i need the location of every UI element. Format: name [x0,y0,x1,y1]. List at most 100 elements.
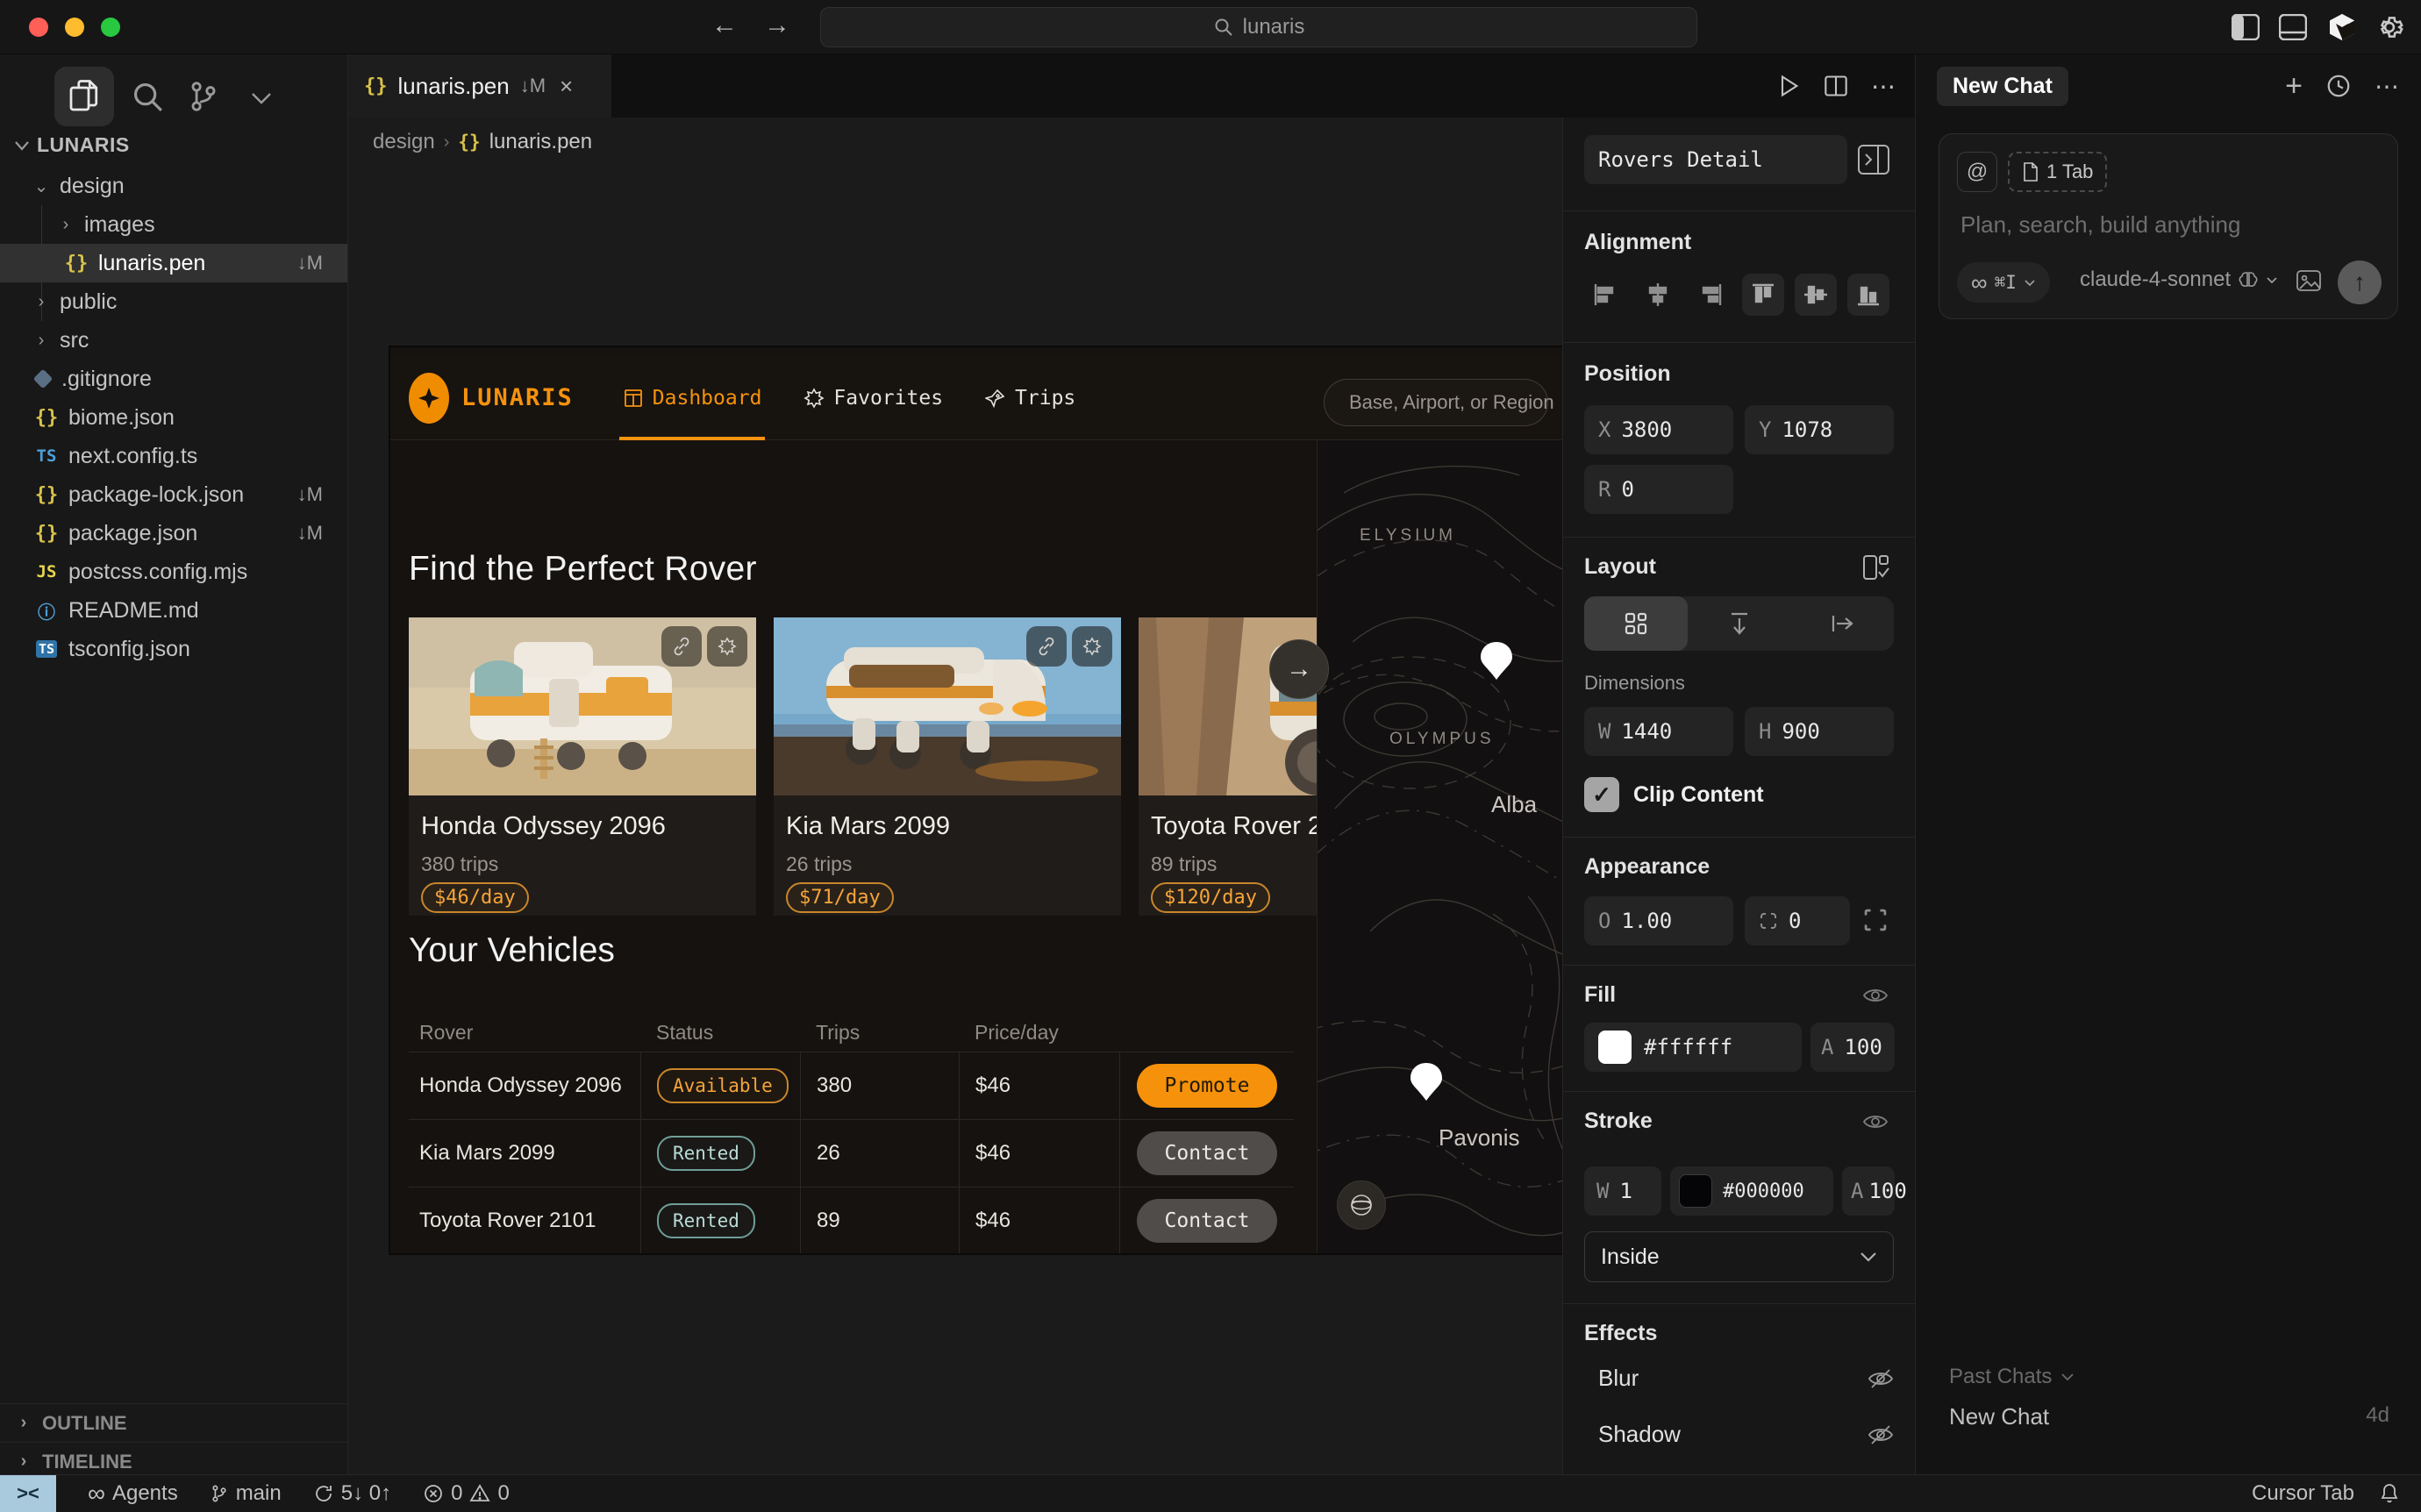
design-canvas-frame[interactable]: LUNARIS Dashboard Favorites Trips Base, … [390,347,1562,1253]
auto-layout-icon[interactable] [1860,553,1890,582]
maximize-window-button[interactable] [101,18,120,37]
agents-status-item[interactable]: ∞ Agents [88,1480,178,1508]
git-branch-item[interactable]: main [210,1481,282,1506]
contact-button[interactable]: Contact [1137,1131,1277,1175]
past-chats-header[interactable]: Past Chats [1949,1365,2075,1389]
toggle-left-panel-icon[interactable] [2230,11,2261,43]
split-editor-icon[interactable] [1824,74,1848,98]
map-globe-button[interactable] [1337,1180,1386,1230]
stroke-align-select[interactable]: Inside [1584,1231,1894,1282]
layer-name-input[interactable]: Rovers Detail [1584,135,1847,184]
stroke-width-input[interactable]: W1 [1584,1166,1661,1216]
map-panel[interactable]: ELYSIUM OLYMPUS Alba Pavonis [1317,440,1562,1253]
eye-off-icon[interactable] [1868,1368,1894,1389]
share-link-icon[interactable] [1026,626,1067,667]
layout-grid-option[interactable] [1584,596,1688,651]
tree-item-readme[interactable]: ⓘREADME.md [0,591,347,630]
align-left-icon[interactable] [1584,274,1626,316]
tree-item-lunaris-pen[interactable]: {}lunaris.pen↓M [0,244,347,282]
align-right-icon[interactable] [1689,274,1732,316]
map-pin-icon[interactable] [1409,1061,1444,1103]
favorite-star-icon[interactable] [1072,626,1112,667]
cursor-tab-toggle[interactable]: Cursor Tab [2252,1481,2354,1506]
model-selector[interactable]: claude-4-sonnet [2080,267,2278,292]
problems-status-item[interactable]: 0 0 [423,1481,510,1506]
design-brand[interactable]: LUNARIS [461,384,574,411]
close-window-button[interactable] [29,18,48,37]
tree-item-gitignore[interactable]: .gitignore [0,360,347,398]
eye-off-icon[interactable] [1868,1424,1894,1445]
tree-item-biome-json[interactable]: {}biome.json [0,398,347,437]
favorite-star-icon[interactable] [707,626,747,667]
chat-history-item[interactable]: New Chat 4d [1949,1403,2389,1430]
sync-status-item[interactable]: 5↓ 0↑ [313,1481,391,1506]
source-control-icon[interactable] [184,77,223,116]
command-search-bar[interactable]: lunaris [820,7,1697,47]
fill-visibility-eye-icon[interactable] [1862,986,1889,1005]
chat-more-icon[interactable]: ⋯ [2375,72,2401,101]
run-play-icon[interactable] [1776,74,1801,98]
design-tab-trips[interactable]: Trips [985,356,1075,440]
design-tab-favorites[interactable]: Favorites [803,356,943,440]
stroke-visibility-eye-icon[interactable] [1862,1112,1889,1131]
share-link-icon[interactable] [661,626,702,667]
tree-item-next-config[interactable]: TSnext.config.ts [0,437,347,475]
carousel-next-button[interactable]: → [1269,639,1329,699]
lunaris-logo-icon[interactable] [409,373,449,424]
clip-content-checkbox[interactable]: ✓ [1584,777,1619,812]
stroke-color-input[interactable]: #000000 [1670,1166,1833,1216]
attach-image-icon[interactable] [2296,269,2322,292]
extension-cube-icon[interactable] [2326,11,2358,43]
stroke-alpha-input[interactable]: A100 [1842,1166,1895,1216]
promote-button[interactable]: Promote [1137,1064,1277,1108]
remote-indicator[interactable]: >< [0,1475,56,1512]
explorer-files-icon[interactable] [54,67,114,126]
tree-item-package-json[interactable]: {}package.json↓M [0,514,347,553]
stroke-color-swatch[interactable] [1679,1174,1712,1208]
settings-gear-icon[interactable] [2374,11,2405,43]
tree-item-package-lock[interactable]: {}package-lock.json↓M [0,475,347,514]
position-y-input[interactable]: Y1078 [1745,405,1894,454]
opacity-input[interactable]: O1.00 [1584,896,1733,945]
tree-item-design[interactable]: ⌄design [0,167,347,205]
close-tab-icon[interactable]: × [560,73,573,100]
mention-at-button[interactable]: @ [1957,152,1997,192]
design-search-input[interactable]: Base, Airport, or Region [1324,379,1548,426]
back-arrow-icon[interactable]: ← [707,11,742,40]
context-tab-chip[interactable]: 1 Tab [2008,152,2107,192]
breadcrumb[interactable]: design › {} lunaris.pen [348,118,1562,167]
align-middle-vertical-icon[interactable] [1795,274,1837,316]
agent-mode-pill[interactable]: ∞ ⌘I [1957,262,2050,303]
position-x-input[interactable]: X3800 [1584,405,1733,454]
collapse-panel-icon[interactable] [1857,144,1890,175]
tree-item-postcss-config[interactable]: JSpostcss.config.mjs [0,553,347,591]
contact-button[interactable]: Contact [1137,1199,1277,1243]
panel-chevron-down-icon[interactable] [244,82,279,114]
fill-color-input[interactable]: #ffffff [1584,1023,1802,1072]
tree-item-public[interactable]: ›public [0,282,347,321]
design-tab-dashboard[interactable]: Dashboard [623,356,762,440]
project-root[interactable]: LUNARIS [14,133,130,157]
search-panel-icon[interactable] [128,77,167,116]
chat-input-card[interactable]: @ 1 Tab Plan, search, build anything ∞ ⌘… [1939,133,2398,319]
align-top-icon[interactable] [1742,274,1784,316]
align-center-horizontal-icon[interactable] [1637,274,1679,316]
height-input[interactable]: H900 [1745,707,1894,756]
independent-corners-icon[interactable] [1862,907,1889,933]
notifications-bell-icon[interactable] [2379,1482,2400,1505]
forward-arrow-icon[interactable]: → [760,11,795,40]
layout-horizontal-option[interactable] [1790,596,1894,651]
corner-radius-input[interactable]: 0 [1745,896,1850,945]
layout-vertical-option[interactable] [1688,596,1791,651]
chat-history-icon[interactable] [2325,73,2352,99]
new-chat-plus-icon[interactable]: + [2285,69,2303,103]
width-input[interactable]: W1440 [1584,707,1733,756]
rotation-input[interactable]: R0 [1584,465,1733,514]
tree-item-tsconfig[interactable]: TStsconfig.json [0,630,347,668]
more-actions-icon[interactable]: ⋯ [1871,72,1897,101]
map-pin-icon[interactable] [1479,640,1514,682]
tree-item-images[interactable]: ›images [0,205,347,244]
toggle-bottom-panel-icon[interactable] [2277,11,2309,43]
send-button[interactable]: ↑ [2338,260,2382,304]
fill-color-swatch[interactable] [1598,1031,1632,1064]
